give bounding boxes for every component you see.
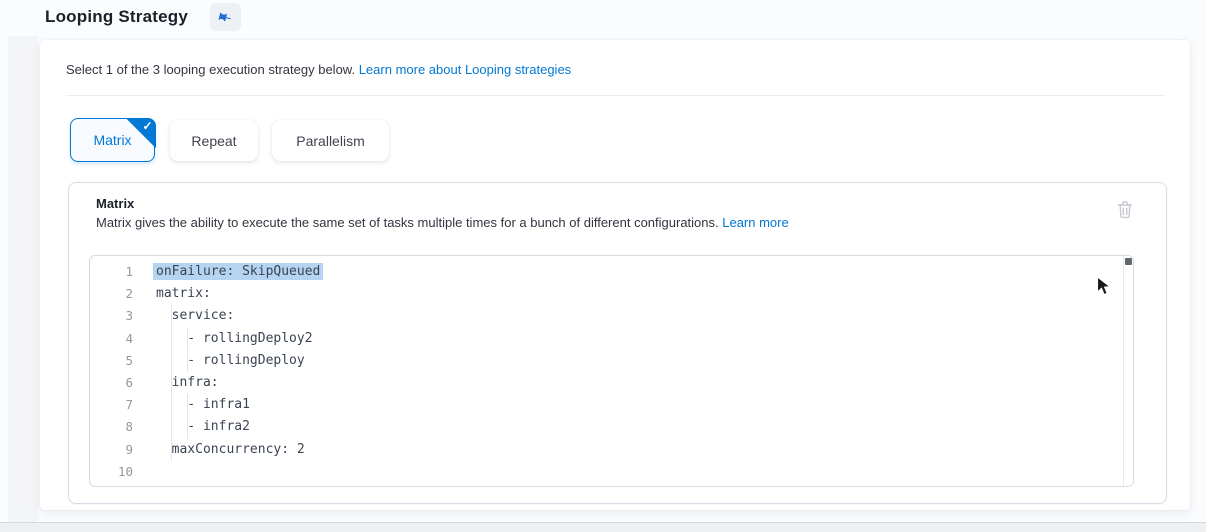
editor-line[interactable]: 5 - rollingDeploy bbox=[90, 350, 1133, 372]
line-number: 10 bbox=[90, 461, 140, 483]
tab-parallelism[interactable]: Parallelism bbox=[272, 120, 389, 161]
code-cell bbox=[140, 461, 1133, 483]
tab-parallelism-label: Parallelism bbox=[296, 133, 364, 149]
line-number: 2 bbox=[90, 283, 140, 305]
code-cell: infra: bbox=[140, 372, 1133, 394]
bottom-divider bbox=[0, 522, 1206, 532]
indent-guide bbox=[171, 328, 172, 350]
indent-guide bbox=[187, 350, 188, 372]
indent-guide bbox=[171, 350, 172, 372]
page-title: Looping Strategy bbox=[45, 7, 188, 27]
editor-line[interactable]: 9 maxConcurrency: 2 bbox=[90, 439, 1133, 461]
indent-guide bbox=[187, 416, 188, 438]
code-cell: - rollingDeploy2 bbox=[140, 328, 1133, 350]
intro-text-static: Select 1 of the 3 looping execution stra… bbox=[66, 62, 359, 77]
line-number: 8 bbox=[90, 416, 140, 438]
code-cell: service: bbox=[140, 305, 1133, 327]
line-number: 6 bbox=[90, 372, 140, 394]
divider bbox=[66, 95, 1165, 96]
page-left-band bbox=[8, 36, 38, 532]
pin-button[interactable] bbox=[210, 3, 241, 31]
editor-line[interactable]: 3 service: bbox=[90, 305, 1133, 327]
indent-guide bbox=[171, 372, 172, 394]
code-text: maxConcurrency: 2 bbox=[156, 442, 305, 457]
tab-repeat-label: Repeat bbox=[191, 133, 236, 149]
indent-guide bbox=[171, 394, 172, 416]
code-cell: - infra2 bbox=[140, 416, 1133, 438]
indent-guide bbox=[187, 394, 188, 416]
code-text: - rollingDeploy bbox=[156, 353, 305, 368]
line-number: 7 bbox=[90, 394, 140, 416]
scrollbar-thumb[interactable] bbox=[1125, 258, 1132, 265]
tab-matrix[interactable]: Matrix ✓ bbox=[70, 118, 155, 162]
matrix-panel: Matrix Matrix gives the ability to execu… bbox=[68, 182, 1167, 504]
indent-guide bbox=[171, 305, 172, 327]
editor-line[interactable]: 7 - infra1 bbox=[90, 394, 1133, 416]
code-cell: maxConcurrency: 2 bbox=[140, 439, 1133, 461]
code-cell: matrix: bbox=[140, 283, 1133, 305]
intro-text: Select 1 of the 3 looping execution stra… bbox=[66, 62, 571, 77]
tab-matrix-label: Matrix bbox=[93, 132, 131, 148]
tab-repeat[interactable]: Repeat bbox=[170, 120, 258, 161]
editor-line[interactable]: 1 onFailure: SkipQueued bbox=[90, 261, 1133, 283]
yaml-editor[interactable]: 1 onFailure: SkipQueued 2 matrix: 3 service:… bbox=[89, 255, 1134, 487]
line-number: 4 bbox=[90, 328, 140, 350]
looping-strategy-card: Select 1 of the 3 looping execution stra… bbox=[40, 40, 1190, 510]
trash-icon bbox=[1115, 200, 1135, 220]
code-text: onFailure: SkipQueued bbox=[153, 263, 323, 280]
line-number: 5 bbox=[90, 350, 140, 372]
editor-line[interactable]: 4 - rollingDeploy2 bbox=[90, 328, 1133, 350]
editor-scrollbar[interactable] bbox=[1123, 256, 1133, 486]
code-cell: - infra1 bbox=[140, 394, 1133, 416]
looping-strategies-link[interactable]: Learn more about Looping strategies bbox=[359, 62, 571, 77]
delete-button[interactable] bbox=[1114, 199, 1136, 221]
editor-line[interactable]: 2 matrix: bbox=[90, 283, 1133, 305]
code-text: - rollingDeploy2 bbox=[156, 331, 313, 346]
editor-lines: 1 onFailure: SkipQueued 2 matrix: 3 service:… bbox=[90, 256, 1133, 483]
indent-guide bbox=[187, 328, 188, 350]
check-icon: ✓ bbox=[142, 119, 152, 133]
line-number: 1 bbox=[90, 261, 140, 283]
matrix-panel-title: Matrix bbox=[96, 196, 134, 211]
line-number: 9 bbox=[90, 439, 140, 461]
line-number: 3 bbox=[90, 305, 140, 327]
editor-line[interactable]: 10 bbox=[90, 461, 1133, 483]
code-cell: - rollingDeploy bbox=[140, 350, 1133, 372]
editor-line[interactable]: 6 infra: bbox=[90, 372, 1133, 394]
learn-more-link[interactable]: Learn more bbox=[722, 215, 788, 230]
code-text: service: bbox=[156, 308, 234, 323]
indent-guide bbox=[171, 439, 172, 461]
code-cell: onFailure: SkipQueued bbox=[140, 261, 1133, 283]
editor-line[interactable]: 8 - infra2 bbox=[90, 416, 1133, 438]
matrix-description-text: Matrix gives the ability to execute the … bbox=[96, 215, 722, 230]
code-text: infra: bbox=[156, 375, 219, 390]
indent-guide bbox=[171, 416, 172, 438]
code-text: matrix: bbox=[156, 286, 211, 301]
matrix-panel-description: Matrix gives the ability to execute the … bbox=[96, 215, 789, 230]
pin-icon bbox=[215, 6, 236, 27]
